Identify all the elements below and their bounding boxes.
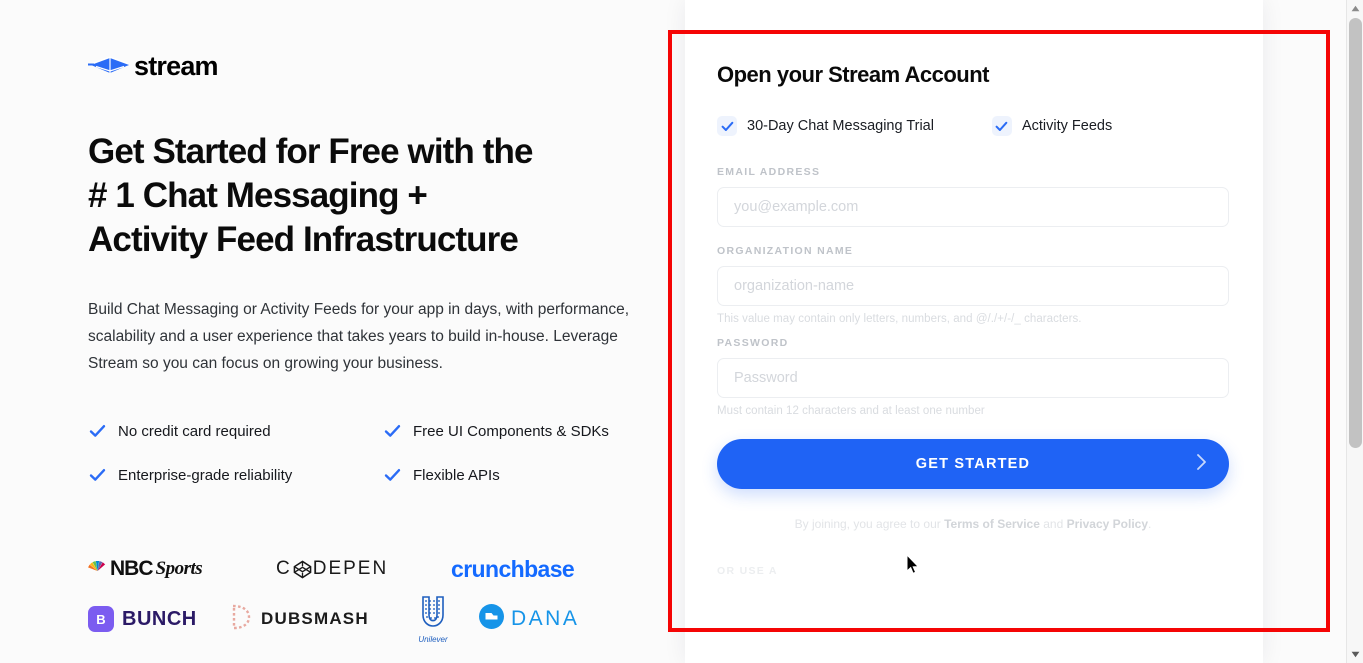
organization-label: ORGANIZATION NAME [717, 245, 854, 257]
check-icon [88, 422, 106, 440]
signup-title: Open your Stream Account [717, 62, 990, 87]
nbc-peacock-icon [88, 558, 107, 581]
legal-suffix: . [1148, 517, 1152, 531]
marketing-column: stream Get Started for Free with the # 1… [88, 0, 668, 663]
legal-middle: and [1039, 517, 1067, 531]
logo-nbc-sports: NBC Sports [88, 557, 276, 581]
dana-circle-icon [478, 603, 505, 635]
page-scrollbar[interactable] [1346, 0, 1363, 663]
password-input[interactable] [717, 358, 1229, 398]
chevron-right-icon [1196, 453, 1207, 475]
trial-feature-label: 30-Day Chat Messaging Trial [747, 118, 934, 134]
logo-unilever: Unilever [388, 595, 478, 644]
customer-logos-row-1: NBC Sports C DEPEN crunchbase [88, 548, 668, 590]
organization-help-text: This value may contain only letters, num… [717, 313, 1082, 325]
feature-flexible-apis: Flexible APIs [383, 466, 658, 484]
password-label: PASSWORD [717, 337, 789, 349]
check-icon [383, 422, 401, 440]
stream-logo[interactable]: stream [88, 50, 219, 81]
legal-text: By joining, you agree to our Terms of Se… [717, 517, 1229, 531]
or-use-divider-label: OR USE A [717, 565, 778, 577]
logo-bunch: B BUNCH [88, 606, 228, 632]
scroll-up-arrow-icon[interactable] [1347, 0, 1363, 17]
scrollbar-thumb[interactable] [1349, 18, 1362, 448]
paper-boat-icon [88, 52, 132, 80]
get-started-label: GET STARTED [915, 456, 1031, 472]
signup-panel: Open your Stream Account 30-Day Chat Mes… [685, 0, 1263, 663]
feature-enterprise-reliability: Enterprise-grade reliability [88, 466, 383, 484]
codepen-diamond-icon [293, 560, 312, 579]
check-icon [88, 466, 106, 484]
page-title: Get Started for Free with the # 1 Chat M… [88, 130, 668, 262]
codepen-prefix: C [276, 558, 292, 579]
codepen-suffix: DEPEN [312, 558, 389, 579]
headline-line-1: Get Started for Free with the [88, 132, 533, 171]
privacy-policy-link[interactable]: Privacy Policy [1067, 517, 1148, 531]
headline-line-3: Activity Feed Infrastructure [88, 220, 519, 259]
nbc-wordmark: NBC [110, 557, 153, 580]
password-field-group: PASSWORD Must contain 12 characters and … [717, 337, 1229, 417]
check-icon [991, 116, 1012, 136]
unilever-u-icon [418, 595, 448, 634]
email-label: EMAIL ADDRESS [717, 166, 821, 178]
check-icon [383, 466, 401, 484]
feature-no-credit-card: No credit card required [88, 422, 383, 440]
dubsmash-d-icon [228, 603, 252, 636]
trial-feature-chat: 30-Day Chat Messaging Trial [717, 116, 934, 136]
organization-input[interactable] [717, 266, 1229, 306]
headline-line-2: # 1 Chat Messaging + [88, 176, 428, 215]
password-help-text: Must contain 12 characters and at least … [717, 405, 985, 417]
brand-wordmark: stream [134, 50, 219, 81]
dana-wordmark: DANA [511, 607, 580, 630]
feature-label: Flexible APIs [413, 466, 500, 484]
feature-label: Enterprise-grade reliability [118, 466, 293, 484]
bunch-badge-icon: B [88, 606, 114, 632]
email-input[interactable] [717, 187, 1229, 227]
feature-label: Free UI Components & SDKs [413, 422, 609, 440]
unilever-caption: Unilever [418, 634, 448, 644]
bunch-wordmark: BUNCH [122, 607, 197, 630]
feature-label: No credit card required [118, 422, 271, 440]
trial-feature-feeds: Activity Feeds [991, 116, 1113, 136]
terms-of-service-link[interactable]: Terms of Service [944, 517, 1040, 531]
trial-feature-label: Activity Feeds [1021, 118, 1113, 134]
customer-logos: NBC Sports C DEPEN crunchbase B BUNCH DU… [88, 548, 668, 644]
signup-page: stream Get Started for Free with the # 1… [0, 0, 1363, 663]
scroll-down-arrow-icon[interactable] [1347, 646, 1363, 663]
get-started-button[interactable]: GET STARTED [717, 439, 1229, 489]
hero-description: Build Chat Messaging or Activity Feeds f… [88, 301, 630, 372]
logo-crunchbase: crunchbase [451, 555, 575, 583]
mouse-pointer-icon [906, 553, 920, 580]
customer-logos-row-2: B BUNCH DUBSMASH Unilever DANA [88, 595, 668, 644]
trial-feature-list: 30-Day Chat Messaging Trial Activity Fee… [717, 116, 1229, 136]
crunchbase-wordmark: crunchbase [451, 555, 575, 582]
organization-field-group: ORGANIZATION NAME This value may contain… [717, 245, 1229, 325]
dubsmash-wordmark: DUBSMASH [261, 609, 369, 628]
legal-prefix: By joining, you agree to our [794, 517, 945, 531]
sports-wordmark: Sports [155, 558, 203, 579]
logo-dana: DANA [478, 603, 579, 635]
hero-feature-list: No credit card required Free UI Componen… [88, 422, 658, 484]
logo-codepen: C DEPEN [276, 558, 451, 580]
check-icon [717, 116, 737, 136]
logo-dubsmash: DUBSMASH [228, 603, 388, 636]
email-field-group: EMAIL ADDRESS [717, 166, 1229, 227]
feature-free-ui-components: Free UI Components & SDKs [383, 422, 658, 440]
